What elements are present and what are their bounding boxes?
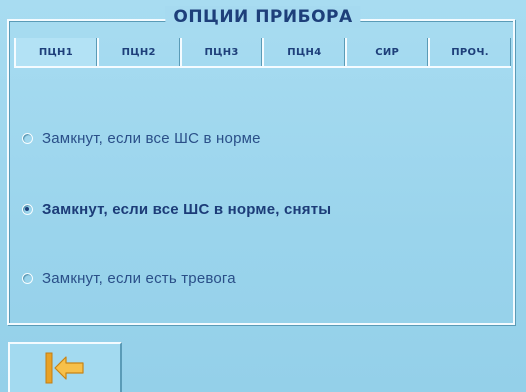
tab-other[interactable]: ПРОЧ.	[428, 38, 511, 66]
radio-option-label: Замкнут, если все ШС в норме	[42, 130, 261, 147]
radio-button[interactable]	[22, 133, 33, 144]
tab-label: ПЦН2	[121, 46, 156, 58]
radio-option-label: Замкнут, если все ШС в норме, сняты	[42, 201, 332, 218]
tab-label: ПЦН4	[287, 46, 322, 58]
tab-label: СИР	[375, 46, 400, 58]
tab-label: ПЦН1	[38, 46, 73, 58]
tab-pcn3[interactable]: ПЦН3	[179, 38, 263, 66]
radio-option-all-normal[interactable]: Замкнут, если все ШС в норме	[22, 130, 261, 147]
tab-pcn1[interactable]: ПЦН1	[14, 38, 97, 66]
group-title: ОПЦИИ ПРИБОРА	[165, 6, 361, 28]
tab-label: ПРОЧ.	[451, 46, 489, 58]
radio-button[interactable]	[22, 273, 33, 284]
radio-option-label: Замкнут, если есть тревога	[42, 270, 236, 287]
tab-bar: ПЦН1 ПЦН2 ПЦН3 ПЦН4 СИР ПРОЧ.	[14, 38, 511, 68]
radio-option-all-normal-disarmed[interactable]: Замкнут, если все ШС в норме, сняты	[22, 201, 331, 218]
exit-arrow-icon	[45, 352, 84, 384]
back-button[interactable]	[8, 342, 122, 392]
tab-pcn4[interactable]: ПЦН4	[262, 38, 346, 66]
bottom-bar	[0, 336, 526, 392]
tab-label: ПЦН3	[204, 46, 239, 58]
tab-pcn2[interactable]: ПЦН2	[96, 38, 180, 66]
radio-button-checked[interactable]	[22, 204, 33, 215]
device-options-screen: ОПЦИИ ПРИБОРА ПЦН1 ПЦН2 ПЦН3 ПЦН4 СИР ПР…	[0, 0, 526, 392]
tab-sir[interactable]: СИР	[345, 38, 429, 66]
radio-option-alarm[interactable]: Замкнут, если есть тревога	[22, 270, 236, 287]
